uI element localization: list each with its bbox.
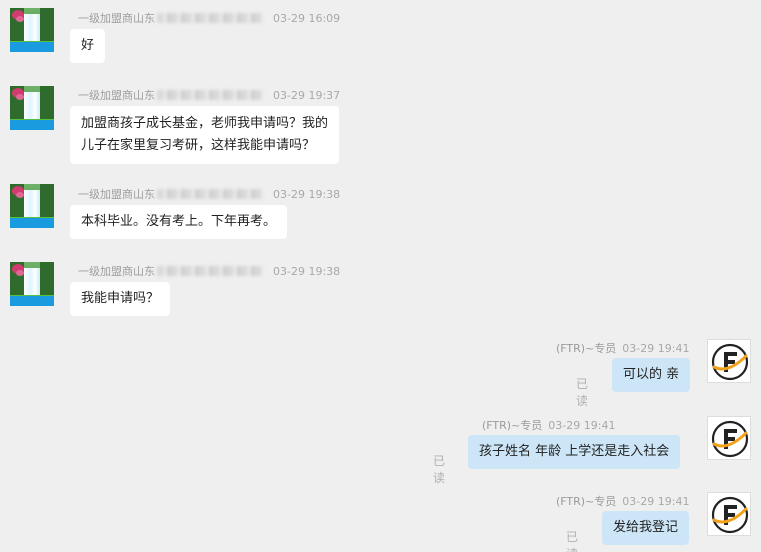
read-status: 已读 — [566, 530, 579, 552]
agent-avatar[interactable] — [707, 339, 751, 383]
agent-avatar[interactable] — [707, 492, 751, 536]
ftr-logo-icon — [707, 416, 751, 460]
read-status: 已读 — [433, 454, 446, 485]
message-time: 03-29 19:38 — [273, 265, 341, 278]
message-bubble[interactable]: 本科毕业。没有考上。下年再考。 — [70, 205, 288, 239]
message-time: 03-29 19:37 — [273, 89, 341, 102]
message-bubble[interactable]: 孩子姓名 年龄 上学还是走入社会 — [468, 435, 681, 469]
waterfall-avatar-icon — [10, 86, 54, 130]
message-time: 03-29 16:09 — [273, 12, 341, 25]
read-status: 已读 — [576, 377, 589, 408]
waterfall-avatar-icon — [10, 8, 54, 52]
message-text: 好 — [81, 38, 95, 53]
sender-name: 一级加盟商山东 — [78, 89, 155, 102]
message-bubble[interactable]: 好 — [70, 29, 106, 63]
message-text: 我能申请吗？ — [81, 291, 160, 306]
sender-name: (FTR)~专员 — [556, 342, 617, 355]
redacted-name — [157, 266, 263, 276]
message-time: 03-29 19:38 — [273, 188, 341, 201]
message-bubble[interactable]: 我能申请吗？ — [70, 282, 171, 316]
sender-name: 一级加盟商山东 — [78, 188, 155, 201]
sender-name: 一级加盟商山东 — [78, 265, 155, 278]
sender-name: (FTR)~专员 — [556, 495, 617, 508]
message-text: 本科毕业。没有考上。下年再考。 — [81, 214, 277, 229]
message-time: 03-29 19:41 — [622, 495, 690, 508]
sender-name: 一级加盟商山东 — [78, 12, 155, 25]
sender-name: (FTR)~专员 — [482, 419, 543, 432]
waterfall-avatar-icon — [10, 262, 54, 306]
message-bubble[interactable]: 发给我登记 — [602, 511, 690, 545]
message-text: 发给我登记 — [613, 520, 679, 535]
waterfall-avatar-icon — [10, 184, 54, 228]
message-meta: 一级加盟商山东 03-29 19:38 — [78, 263, 340, 279]
message-bubble[interactable]: 加盟商孩子成长基金，老师我申请吗？我的 儿子在家里复习考研，这样我能申请吗？ — [70, 106, 340, 164]
redacted-name — [157, 189, 263, 199]
message-meta: (FTR)~专员 03-29 19:41 — [482, 417, 615, 433]
message-meta: 一级加盟商山东 03-29 19:37 — [78, 87, 340, 103]
message-meta: (FTR)~专员 03-29 19:41 — [556, 340, 689, 356]
user-avatar[interactable] — [10, 8, 54, 52]
message-time: 03-29 19:41 — [548, 419, 616, 432]
redacted-name — [157, 13, 263, 23]
message-text-line: 儿子在家里复习考研，这样我能申请吗？ — [81, 138, 316, 153]
message-text: 可以的 亲 — [623, 367, 680, 382]
user-avatar[interactable] — [10, 184, 54, 228]
message-text: 孩子姓名 年龄 上学还是走入社会 — [479, 444, 670, 459]
redacted-name — [157, 90, 263, 100]
ftr-logo-icon — [707, 492, 751, 536]
ftr-logo-icon — [707, 339, 751, 383]
message-text-line: 加盟商孩子成长基金，老师我申请吗？我的 — [81, 116, 329, 131]
message-bubble[interactable]: 可以的 亲 — [612, 358, 691, 392]
user-avatar[interactable] — [10, 262, 54, 306]
message-meta: 一级加盟商山东 03-29 19:38 — [78, 186, 340, 202]
message-time: 03-29 19:41 — [622, 342, 690, 355]
message-meta: 一级加盟商山东 03-29 16:09 — [78, 10, 340, 26]
user-avatar[interactable] — [10, 86, 54, 130]
agent-avatar[interactable] — [707, 416, 751, 460]
message-meta: (FTR)~专员 03-29 19:41 — [556, 493, 689, 509]
